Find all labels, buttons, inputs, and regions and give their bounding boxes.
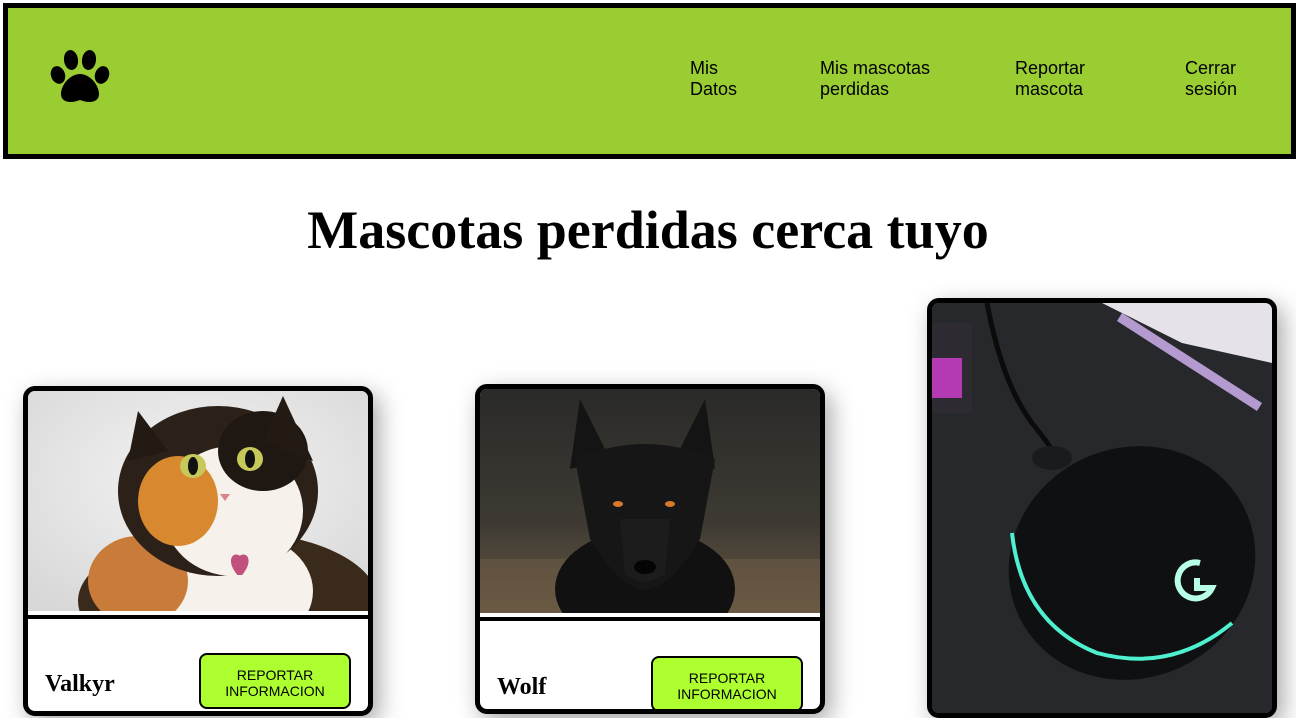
pet-card — [927, 298, 1277, 718]
pet-name: Wolf — [497, 674, 547, 700]
gaming-mouse-photo — [932, 303, 1272, 713]
calico-cat-photo — [28, 391, 368, 619]
pet-name: Valkyr — [45, 671, 115, 697]
nav-cerrar-sesion[interactable]: Cerrar sesión — [1185, 58, 1255, 100]
nav-mis-datos[interactable]: Mis Datos — [690, 58, 760, 100]
nav-mis-mascotas-perdidas[interactable]: Mis mascotas perdidas — [820, 58, 945, 100]
pet-card: Valkyr REPORTAR INFORMACION — [23, 386, 373, 716]
nav-reportar-mascota[interactable]: Reportar mascota — [1015, 58, 1105, 100]
paw-icon[interactable] — [48, 49, 112, 105]
report-info-button[interactable]: REPORTAR INFORMACION — [199, 653, 351, 709]
black-wolf-photo — [480, 389, 820, 621]
page-title: Mascotas perdidas cerca tuyo — [307, 200, 989, 260]
top-navbar: Mis Datos Mis mascotas perdidas Reportar… — [3, 3, 1296, 159]
pet-card: Wolf REPORTAR INFORMACION — [475, 384, 825, 714]
report-info-button[interactable]: REPORTAR INFORMACION — [651, 656, 803, 709]
